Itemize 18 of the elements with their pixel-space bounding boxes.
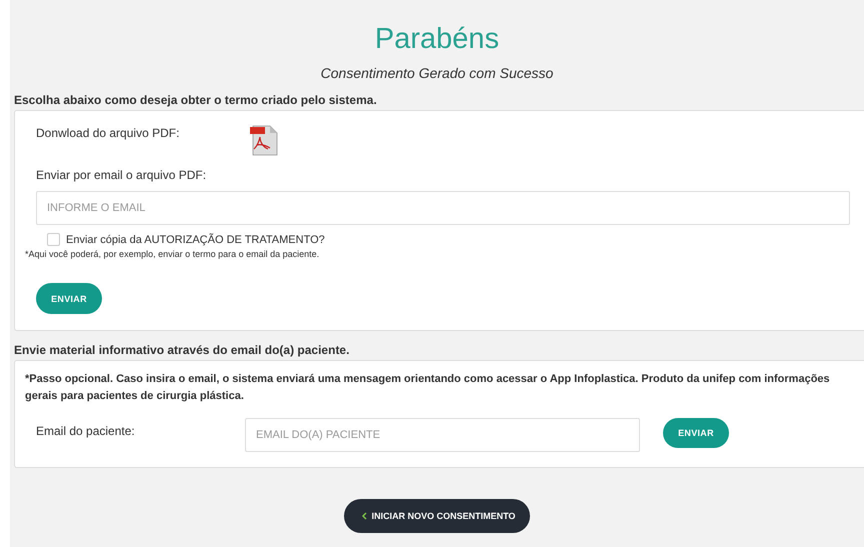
help-note: *Passo opcional. Caso insira o email, o sistema enviará uma mensagem orientando como acessar o App Infoplastica. Produto da unifep com informações gerais para pacientes de cirurgia plástica. [24, 372, 831, 404]
checkbox[interactable] [47, 233, 60, 246]
subtitle: Consentimento Gerado com Sucesso [320, 65, 554, 81]
pdf-file-icon[interactable] [249, 125, 280, 156]
checkbox-label: Enviar cópia da AUTORIZAÇÃO DE TRATAMENTO? [66, 234, 325, 246]
email-label: Email do paciente: [36, 424, 136, 438]
section-heading: Escolha abaixo como deseja obter o termo criado pelo sistema. [14, 93, 377, 107]
section-heading: Envie material informativo através do email do(a) paciente. [14, 343, 350, 357]
email-field[interactable]: EMAIL DO(A) PACIENTE [245, 418, 640, 452]
download-label: Donwload do arquivo PDF: [36, 126, 180, 140]
page-title: Parabéns [374, 22, 500, 56]
chevron-left-icon [362, 512, 367, 520]
new-consent-button[interactable]: INICIAR NOVO CONSENTIMENTO [344, 499, 530, 533]
help-note: *Aqui você poderá, por exemplo, enviar o termo para o email da paciente. [25, 249, 320, 259]
email-field[interactable]: INFORME O EMAIL [36, 191, 850, 225]
email-label: Enviar por email o arquivo PDF: [36, 168, 206, 182]
send-button[interactable]: ENVIAR [36, 283, 102, 314]
send-button[interactable]: ENVIAR [663, 418, 729, 448]
